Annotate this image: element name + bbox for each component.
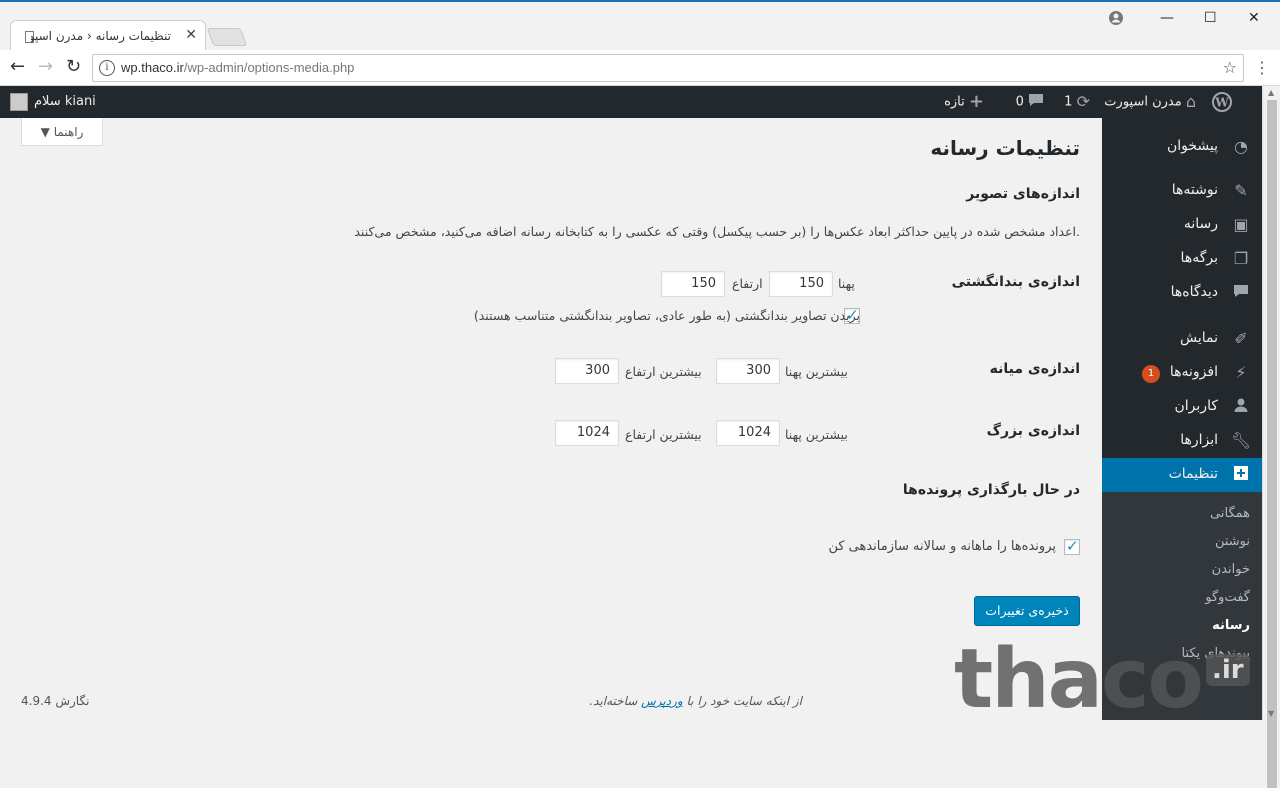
user-icon [1230, 397, 1252, 417]
checkmark-icon: ✓ [1066, 537, 1079, 555]
comment-icon [1230, 283, 1252, 303]
submenu-general[interactable]: همگانی [1210, 506, 1250, 521]
sidebar-item-tools[interactable]: 🔧︎ ابزارها [1102, 424, 1262, 458]
back-icon[interactable]: ← [10, 56, 25, 77]
save-changes-button[interactable]: ذخیره‌ی تغییرات [974, 596, 1080, 626]
footer-thanks: از اینکه سایت خود را با وردپرس ساخته‌اید… [589, 694, 802, 708]
thumbnail-width-input[interactable]: 150 [769, 271, 833, 297]
plus-icon: + [968, 91, 984, 112]
help-tab-button[interactable]: ▼ راهنما [21, 118, 103, 146]
svg-text:W: W [1214, 96, 1229, 110]
thumbnail-size-label: اندازه‌ی بندانگشتی [951, 274, 1080, 290]
updates-icon: ⟳ [1076, 92, 1090, 111]
appearance-icon: ✐ [1234, 329, 1248, 348]
browser-tab-bar: تنظیمات رسانه ‹ مدرن اسپورت ✕ — ☐ ✕ [0, 0, 1280, 52]
medium-size-label: اندازه‌ی میانه [989, 361, 1080, 377]
wrench-icon: 🔧︎ [1230, 431, 1252, 450]
large-height-input[interactable]: 1024 [555, 420, 619, 446]
pages-icon: ❐ [1233, 249, 1249, 268]
medium-width-label: بیشترین پهنا [785, 364, 848, 379]
sidebar-item-comments[interactable]: دیدگاه‌ها [1102, 276, 1262, 310]
sidebar-item-posts[interactable]: ✎ نوشته‌ها [1102, 174, 1262, 208]
scrollbar-thumb[interactable] [1267, 100, 1277, 788]
submenu-discussion[interactable]: گفت‌وگو [1205, 590, 1250, 605]
image-sizes-heading: اندازه‌های تصویر [966, 186, 1080, 202]
large-width-input[interactable]: 1024 [716, 420, 780, 446]
site-info-icon[interactable]: i [99, 60, 115, 76]
close-window-icon[interactable]: ✕ [1248, 10, 1260, 26]
forward-icon[interactable]: → [38, 56, 53, 77]
bookmark-star-icon[interactable]: ☆ [1223, 58, 1237, 77]
thumbnail-height-label: ارتفاع [732, 276, 763, 291]
sidebar-item-media[interactable]: ▣ رسانه [1102, 208, 1262, 242]
medium-height-label: بیشترین ارتفاع [625, 364, 702, 379]
medium-width-input[interactable]: 300 [716, 358, 780, 384]
wordpress-link[interactable]: وردپرس [641, 694, 683, 708]
thumbnail-crop-label: بریدن تصاویر بندانگشتی (به طور عادی، تصا… [473, 308, 860, 323]
thaco-watermark: thaco .ir [954, 639, 1254, 721]
page-title: تنظیمات رسانه [930, 136, 1080, 160]
submenu-writing[interactable]: نوشتن [1215, 534, 1250, 549]
dashboard-icon: ◔ [1234, 137, 1248, 156]
browser-tab[interactable]: تنظیمات رسانه ‹ مدرن اسپورت ✕ [10, 20, 206, 52]
large-width-label: بیشترین پهنا [785, 427, 848, 442]
browser-toolbar: ← → ↻ i wp.thaco.ir/wp-admin/options-med… [0, 50, 1280, 86]
comments-link[interactable]: 0 [1016, 86, 1044, 118]
maximize-icon[interactable]: ☐ [1204, 10, 1217, 26]
minimize-icon[interactable]: — [1160, 10, 1174, 26]
organize-uploads-label: پرونده‌ها را ماهانه و سالانه سازماندهی ک… [828, 539, 1056, 554]
my-account-greeting[interactable]: سلام kiani [34, 86, 96, 118]
medium-height-input[interactable]: 300 [555, 358, 619, 384]
sidebar-item-dashboard[interactable]: ◔ پیشخوان [1102, 130, 1262, 164]
settings-icon [1230, 465, 1252, 485]
organize-uploads-checkbox[interactable]: ✓ [1064, 537, 1080, 555]
thumbnail-height-input[interactable]: 150 [661, 271, 725, 297]
home-icon: ⌂ [1185, 92, 1196, 111]
plugin-icon: ⚡ [1235, 363, 1247, 382]
wordpress-logo-icon[interactable]: W [1212, 86, 1232, 118]
scroll-up-icon[interactable]: ▲ [1268, 88, 1274, 97]
thumbnail-width-label: پهنا [838, 276, 855, 291]
browser-menu-icon[interactable]: ⋮ [1254, 58, 1270, 77]
version-text: 4.9.4 نگارش [21, 694, 90, 708]
new-tab-button[interactable] [206, 28, 248, 46]
large-height-label: بیشترین ارتفاع [625, 427, 702, 442]
updates-link[interactable]: 1 ⟳ [1064, 86, 1090, 118]
sidebar-item-appearance[interactable]: ✐ نمایش [1102, 322, 1262, 356]
scroll-down-icon[interactable]: ▼ [1268, 709, 1274, 718]
sidebar-item-settings[interactable]: تنظیمات [1102, 458, 1262, 492]
sidebar-item-pages[interactable]: ❐ برگه‌ها [1102, 242, 1262, 276]
sidebar-item-users[interactable]: کاربران [1102, 390, 1262, 424]
comments-icon [1028, 86, 1044, 118]
submenu-reading[interactable]: خواندن [1212, 562, 1250, 577]
url-text[interactable]: wp.thaco.ir/wp-admin/options-media.php [121, 60, 354, 75]
avatar[interactable] [10, 93, 28, 111]
submenu-media[interactable]: رسانه [1212, 618, 1250, 633]
wp-admin-bar: سلام kiani W مدرن اسپورت ⌂ 1 ⟳ 0 تازه + [0, 86, 1262, 118]
profile-icon[interactable] [1108, 10, 1124, 30]
sidebar-item-plugins[interactable]: ⚡ افزونه‌ها 1 [1102, 356, 1262, 390]
plugins-update-badge: 1 [1142, 365, 1160, 383]
admin-sidebar-menu: ◔ پیشخوان ✎ نوشته‌ها ▣ رسانه ❐ برگه‌ها د… [1102, 118, 1262, 720]
large-size-label: اندازه‌ی بزرگ [986, 423, 1080, 439]
site-home-link[interactable]: مدرن اسپورت ⌂ [1104, 86, 1196, 118]
main-content: ▼ راهنما تنظیمات رسانه اندازه‌های تصویر … [0, 118, 1102, 720]
tab-title: تنظیمات رسانه ‹ مدرن اسپورت [31, 29, 171, 43]
pin-icon: ✎ [1234, 181, 1248, 200]
uploads-heading: در حال بارگذاری پرونده‌ها [902, 482, 1080, 498]
address-bar[interactable]: i wp.thaco.ir/wp-admin/options-media.php… [92, 54, 1244, 82]
page-scrollbar[interactable]: ▲ ▼ [1262, 86, 1280, 788]
new-content-link[interactable]: تازه + [944, 86, 984, 118]
image-sizes-description: اعداد مشخص شده در پایین حداکثر ابعاد عکس… [354, 224, 1080, 239]
media-icon: ▣ [1233, 215, 1249, 234]
reload-icon[interactable]: ↻ [66, 56, 81, 77]
close-tab-icon[interactable]: ✕ [185, 27, 197, 43]
